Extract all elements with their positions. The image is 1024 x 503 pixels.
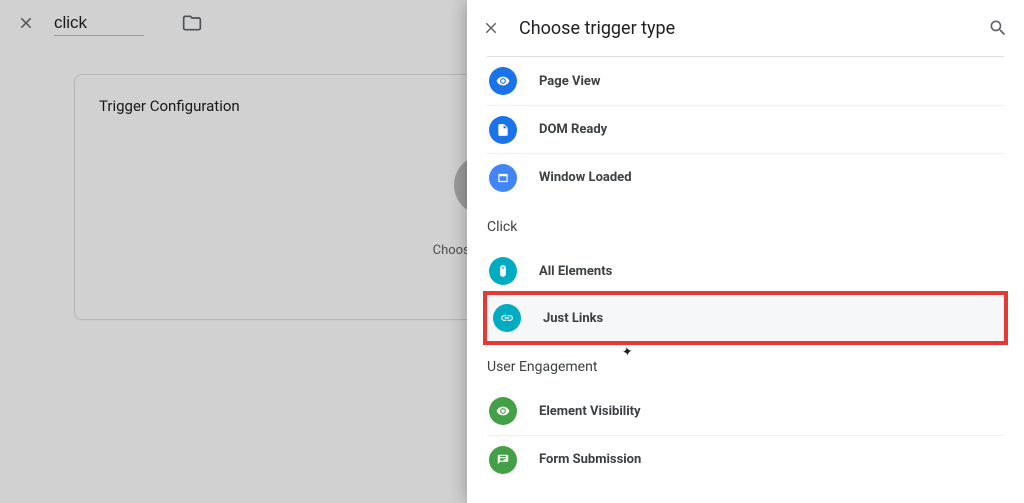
cursor-icon: ✦: [621, 344, 634, 360]
trigger-label: Page View: [539, 74, 600, 89]
close-icon[interactable]: [473, 10, 509, 46]
trigger-row-page-view[interactable]: Page View: [487, 57, 1004, 105]
trigger-row-just-links[interactable]: Just Links ✦: [483, 291, 1008, 345]
link-icon: [493, 304, 521, 332]
group-header-engagement: User Engagement: [487, 341, 1004, 387]
panel-header: Choose trigger type: [467, 0, 1024, 56]
group-user-engagement: User Engagement Element Visibility Form …: [487, 341, 1004, 483]
group-pageview: Page View DOM Ready Window Loaded: [487, 56, 1004, 201]
window-icon: [489, 164, 517, 192]
trigger-row-dom-ready[interactable]: DOM Ready: [487, 105, 1004, 153]
trigger-label: Just Links: [543, 311, 603, 326]
document-icon: [489, 116, 517, 144]
panel-title: Choose trigger type: [519, 18, 675, 39]
trigger-label: All Elements: [539, 264, 612, 279]
eye-icon: [489, 397, 517, 425]
search-icon[interactable]: [980, 10, 1016, 46]
mouse-icon: [489, 257, 517, 285]
trigger-label: Form Submission: [539, 452, 641, 467]
group-header-click: Click: [487, 201, 1004, 247]
form-icon: [489, 446, 517, 474]
choose-trigger-panel: Choose trigger type Page View DOM Ready: [467, 0, 1024, 503]
trigger-row-form-submission[interactable]: Form Submission: [487, 435, 1004, 483]
trigger-label: Window Loaded: [539, 170, 632, 185]
trigger-row-all-elements[interactable]: All Elements: [487, 247, 1004, 295]
eye-icon: [489, 67, 517, 95]
trigger-row-element-visibility[interactable]: Element Visibility: [487, 387, 1004, 435]
trigger-label: DOM Ready: [539, 122, 607, 137]
trigger-label: Element Visibility: [539, 404, 641, 419]
group-click: Click All Elements Just Links ✦: [487, 201, 1004, 345]
trigger-row-window-loaded[interactable]: Window Loaded: [487, 153, 1004, 201]
